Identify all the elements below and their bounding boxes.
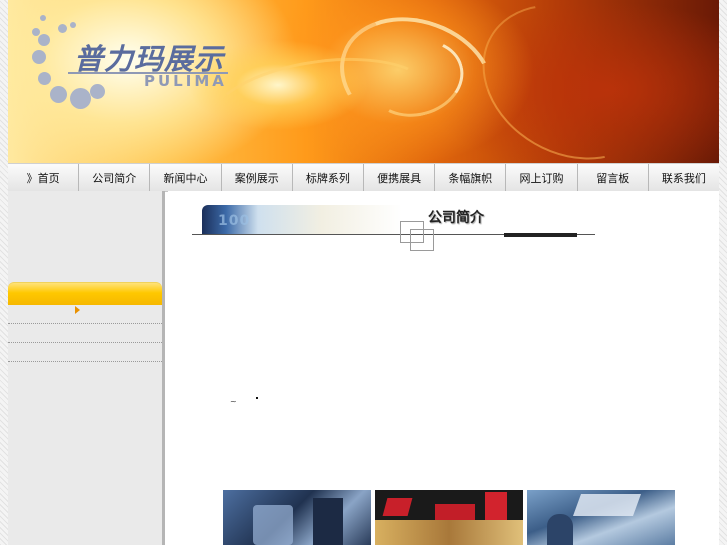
section-header-graphic: 100 <box>202 205 402 235</box>
nav-item-order[interactable]: 网上订购 <box>506 164 578 191</box>
sidebar <box>8 191 165 545</box>
logo-subtitle: PULIMA <box>144 72 227 90</box>
nav-item-about[interactable]: 公司简介 <box>79 164 151 191</box>
gallery-photo[interactable] <box>223 490 371 545</box>
gallery-photo[interactable] <box>527 490 675 545</box>
square-outline-icon <box>410 229 434 251</box>
nav-item-banners[interactable]: 条幅旗帜 <box>435 164 507 191</box>
header-banner: 普力玛展示 PULIMA <box>8 0 719 163</box>
logo-dot <box>70 22 76 28</box>
banner-swirl <box>454 0 686 163</box>
sidebar-divider <box>8 323 162 325</box>
page: 普力玛展示 PULIMA 》首页 公司简介 新闻中心 案例展示 标牌系列 便携展… <box>8 0 719 545</box>
section-title: 公司简介 <box>428 210 484 226</box>
sidebar-divider <box>8 342 162 344</box>
section-header-graphic-text: 100 <box>218 213 251 229</box>
logo-dot <box>38 72 51 85</box>
nav-item-cases[interactable]: 案例展示 <box>222 164 293 191</box>
main-content: 100 公司简介 ~ <box>168 191 719 545</box>
nav-item-portable[interactable]: 便携展具 <box>364 164 436 191</box>
main-nav: 》首页 公司简介 新闻中心 案例展示 标牌系列 便携展具 条幅旗帜 网上订购 留… <box>8 163 719 192</box>
logo-dot <box>32 50 46 64</box>
logo-dot <box>70 88 91 109</box>
photo-gallery <box>223 490 678 545</box>
nav-item-contact[interactable]: 联系我们 <box>649 164 719 191</box>
nav-item-signs[interactable]: 标牌系列 <box>293 164 365 191</box>
logo-dot <box>40 15 46 21</box>
nav-item-home[interactable]: 》首页 <box>8 164 80 191</box>
logo-dot <box>50 86 67 103</box>
section-header: 100 公司简介 <box>192 205 595 255</box>
nav-item-guestbook[interactable]: 留言板 <box>578 164 649 191</box>
text-fragment-dot <box>256 397 258 399</box>
logo-dot <box>58 24 67 33</box>
text-fragment: ~ <box>230 397 237 406</box>
section-header-accent-bar <box>504 233 577 237</box>
sidebar-header <box>8 282 162 305</box>
nav-item-news[interactable]: 新闻中心 <box>150 164 222 191</box>
gallery-photo[interactable] <box>375 490 523 545</box>
logo-dot <box>90 84 105 99</box>
arrow-right-icon <box>75 306 80 314</box>
logo-dot <box>38 34 50 46</box>
sidebar-divider <box>8 361 162 363</box>
